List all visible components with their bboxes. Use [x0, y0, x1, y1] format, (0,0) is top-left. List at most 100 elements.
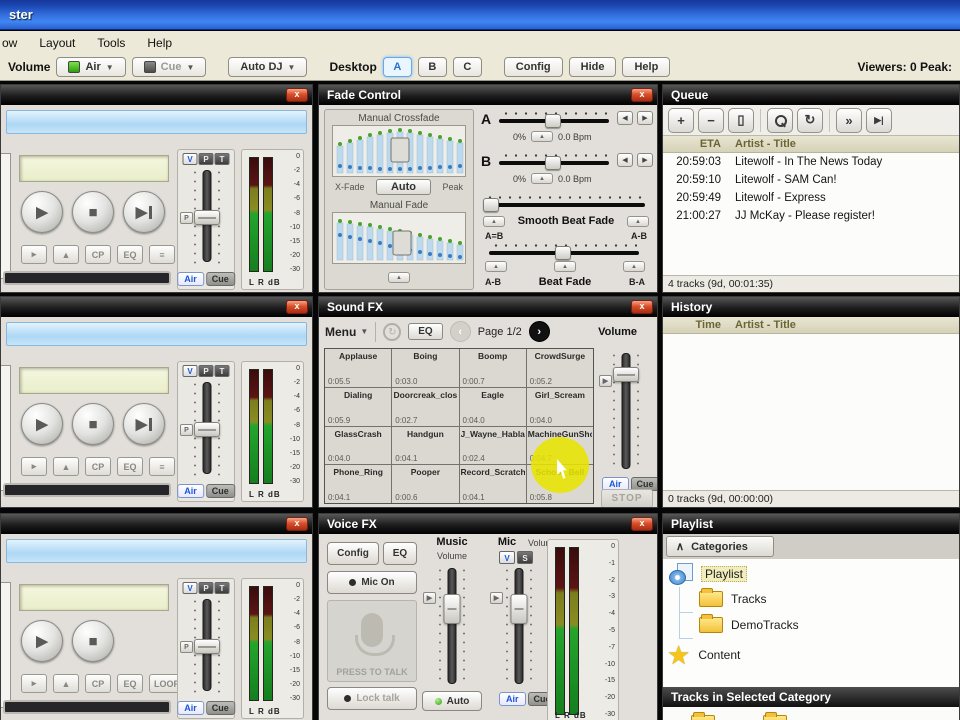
fx-pad[interactable]: CrowdSurge 0:05.2 [526, 349, 593, 387]
beat-fade-slider[interactable] [489, 243, 639, 260]
fx-pad[interactable]: Boomp 0:00.7 [459, 349, 526, 387]
add-track-button[interactable]: + [668, 107, 694, 133]
deck-fader-lock-button[interactable]: P [180, 212, 193, 224]
artist-title-column[interactable]: Artist - Title [735, 138, 796, 150]
mic-volume-fader[interactable] [504, 566, 534, 686]
deck-mini-button-2[interactable]: ▲ [53, 674, 79, 693]
fx-pad[interactable]: Phone_Ring 0:04.1 [325, 465, 392, 503]
fx-pad[interactable]: Pooper 0:00.6 [392, 465, 459, 503]
air-button[interactable]: Air [499, 692, 526, 706]
deck-p-button[interactable]: P [198, 365, 214, 377]
cue-button[interactable]: Cue [205, 272, 235, 286]
close-icon[interactable]: x [631, 300, 653, 314]
deck-fader[interactable] [192, 380, 222, 476]
fx-pad[interactable]: Doorcreak_clos 0:02.7 [392, 387, 459, 426]
queue-row[interactable]: 20:59:49 Litewolf - Express [663, 189, 959, 207]
music-volume-fader[interactable] [437, 566, 467, 686]
deck-t-button[interactable]: T [214, 582, 230, 594]
voice-config-button[interactable]: Config [327, 542, 379, 565]
deck-header[interactable]: x [1, 514, 312, 534]
a-up-button[interactable]: ▲ [531, 131, 554, 142]
auto-fade-button[interactable]: Auto [375, 179, 432, 195]
lock-talk-button[interactable]: Lock talk [327, 687, 417, 710]
deck-v-button[interactable]: V [182, 582, 198, 594]
sound-fx-header[interactable]: Sound FX x [319, 297, 657, 317]
queue-column-header[interactable]: ETA Artist - Title [663, 136, 959, 153]
shuffle-button[interactable]: » [836, 107, 862, 133]
clear-queue-button[interactable]: ▯ [728, 107, 754, 133]
beat-center-up-button[interactable]: ▲ [554, 261, 576, 272]
fx-pad[interactable]: Record_Scratch 0:04.1 [459, 465, 526, 503]
deck-progress-bar[interactable] [3, 483, 171, 497]
auto-dj-dropdown[interactable]: Auto DJ ▼ [228, 57, 308, 77]
categories-collapse-button[interactable]: ∧ Categories [666, 536, 774, 557]
tree-label[interactable]: Playlist [701, 566, 748, 582]
auto-button[interactable]: Auto [422, 691, 482, 711]
b-left-arrow-button[interactable]: ◀ [617, 153, 633, 167]
artist-title-column[interactable]: Artist - Title [735, 319, 796, 331]
deck-eq-button[interactable]: EQ [117, 245, 143, 264]
fx-loop-icon[interactable]: ↻ [383, 322, 402, 341]
air-button[interactable]: Air [177, 272, 204, 286]
fx-pad[interactable]: Girl_Scream 0:04.0 [526, 387, 593, 426]
eta-column[interactable]: ETA [663, 138, 721, 150]
deck-cue-points-button[interactable]: CP [85, 245, 111, 264]
history-list[interactable] [663, 334, 959, 490]
cue-dropdown[interactable]: Cue ▼ [131, 57, 207, 77]
cue-button[interactable]: Cue [205, 701, 235, 715]
deck-playlist-button[interactable]: ≡ [149, 457, 175, 476]
deck-progress-bar[interactable] [3, 271, 171, 285]
pitch-b-slider[interactable] [499, 153, 609, 170]
fader-handle[interactable] [194, 422, 220, 437]
air-button[interactable]: Air [177, 701, 204, 715]
stop-button[interactable]: ■ [72, 620, 114, 662]
fx-menu-dropdown[interactable]: Menu ▼ [325, 325, 368, 339]
crossfade-graph[interactable] [332, 125, 466, 177]
close-icon[interactable]: x [286, 517, 308, 531]
tree-label[interactable]: Content [698, 648, 740, 662]
deck-t-button[interactable]: T [214, 153, 230, 165]
deck-mini-button-1[interactable]: ▸ [21, 457, 47, 476]
page-prev-button[interactable]: ‹ [449, 321, 471, 342]
desktop-c-button[interactable]: C [452, 57, 482, 77]
air-dropdown[interactable]: Air ▼ [56, 57, 126, 77]
a-right-arrow-button[interactable]: ▶ [637, 111, 653, 125]
fader-handle[interactable] [194, 639, 220, 654]
config-button[interactable]: Config [503, 57, 563, 77]
pitch-a-slider[interactable] [499, 111, 609, 128]
close-icon[interactable]: x [631, 88, 653, 102]
mic-fader-lock-button[interactable]: ▶ [490, 592, 503, 604]
next-button[interactable]: ▶ [123, 191, 165, 233]
close-icon[interactable]: x [631, 517, 653, 531]
mic-v-button[interactable]: V [499, 551, 515, 564]
queue-row[interactable]: 21:00:27 JJ McKay - Please register! [663, 207, 959, 225]
deck-eq-button[interactable]: EQ [117, 457, 143, 476]
play-button[interactable]: ▶ [21, 403, 63, 445]
play-next-button[interactable]: ▶| [866, 107, 892, 133]
deck-fader[interactable] [192, 168, 222, 264]
page-next-button[interactable]: › [528, 321, 550, 342]
history-column-header[interactable]: Time Artist - Title [663, 317, 959, 334]
fx-pad[interactable]: Applause 0:05.5 [325, 349, 392, 387]
voice-eq-button[interactable]: EQ [383, 542, 417, 565]
deck-mini-button-2[interactable]: ▲ [53, 457, 79, 476]
slider-handle[interactable] [483, 198, 499, 212]
tree-item-tracks[interactable]: Tracks [699, 588, 767, 607]
tree-item-playlist[interactable]: Playlist [669, 563, 748, 585]
deck-header[interactable]: x [1, 85, 312, 105]
deck-cue-points-button[interactable]: CP [85, 674, 111, 693]
fx-eq-button[interactable]: EQ [408, 323, 443, 340]
deck-header[interactable]: x [1, 297, 312, 317]
tracks-in-category-list[interactable] [663, 707, 959, 720]
close-icon[interactable]: x [286, 300, 308, 314]
cue-button[interactable]: Cue [205, 484, 235, 498]
close-icon[interactable]: x [286, 88, 308, 102]
play-button[interactable]: ▶ [21, 191, 63, 233]
menu-layout[interactable]: Layout [39, 36, 75, 50]
slider-handle[interactable] [555, 246, 571, 260]
stop-button[interactable]: ■ [72, 191, 114, 233]
refresh-button[interactable]: ↻ [797, 107, 823, 133]
slider-handle[interactable] [545, 114, 561, 128]
fx-fader-lock-button[interactable]: ▶ [599, 375, 612, 387]
fx-volume-fader[interactable] [611, 351, 641, 471]
